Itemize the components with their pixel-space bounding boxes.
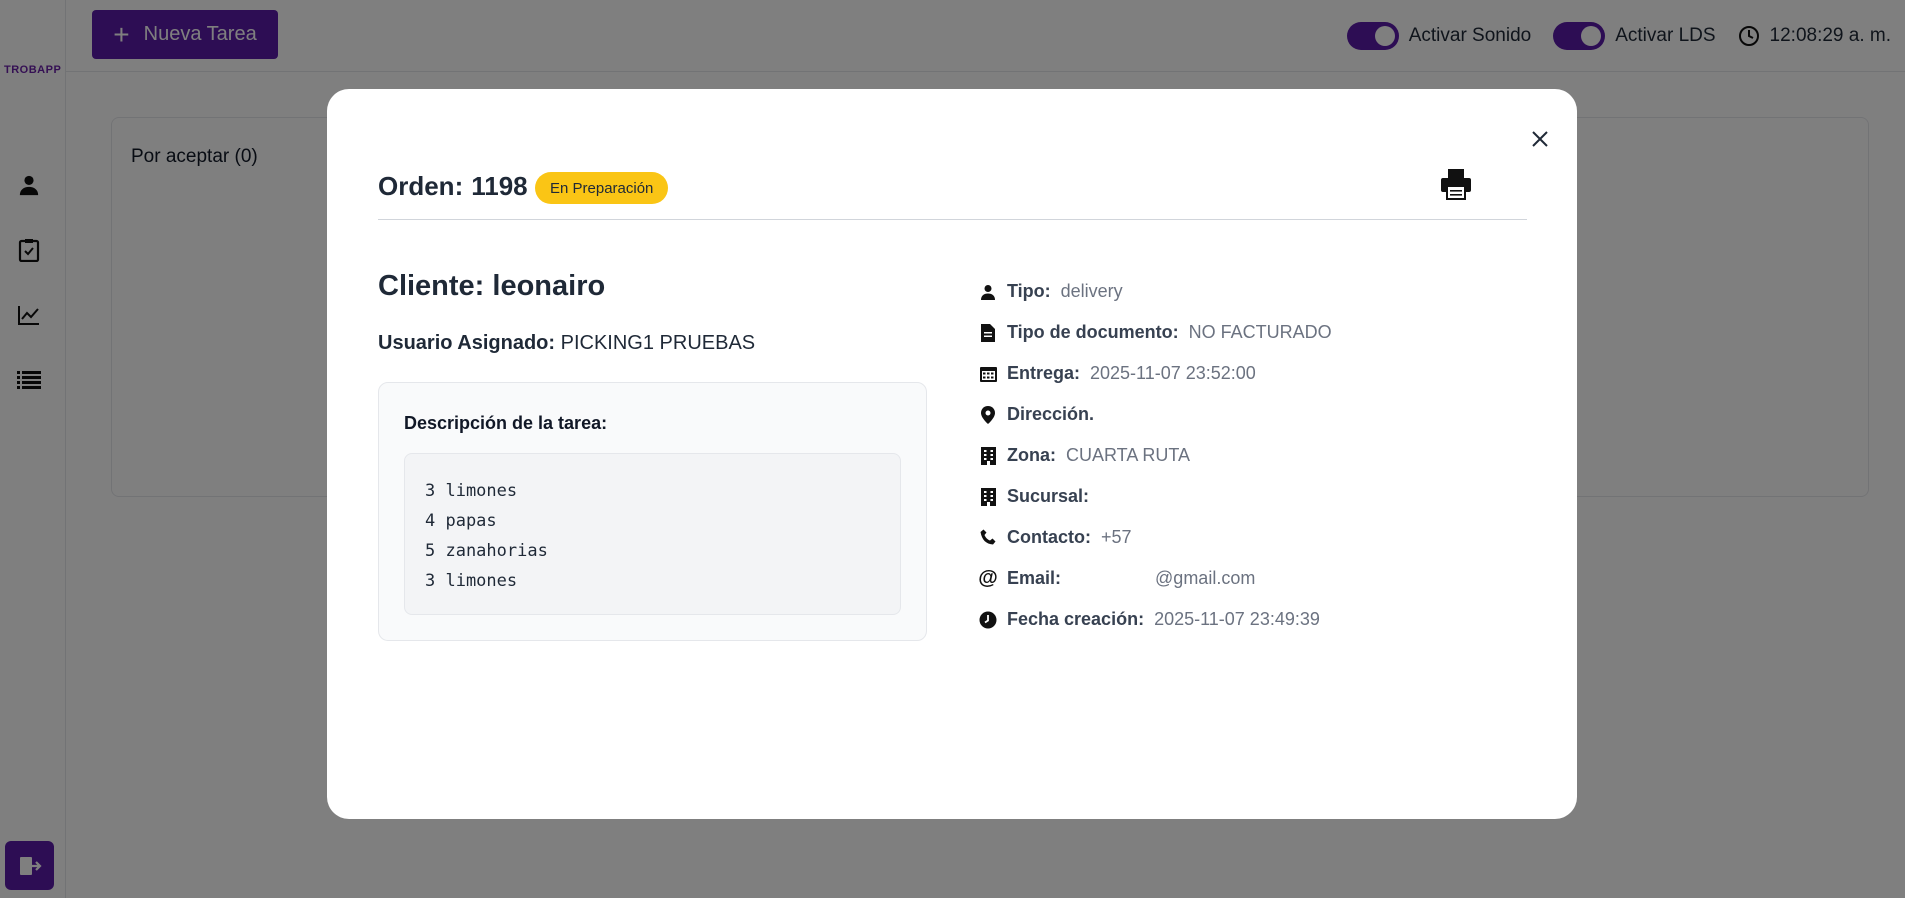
map-pin-icon	[978, 405, 998, 425]
description-title: Descripción de la tarea:	[404, 413, 608, 433]
print-icon[interactable]	[1439, 167, 1473, 201]
close-button[interactable]	[1527, 126, 1553, 152]
detail-tipo: Tipo: delivery	[978, 271, 1538, 312]
detail-entrega: Entrega: 2025-11-07 23:52:00	[978, 353, 1538, 394]
description-line: 3 limones	[425, 481, 518, 501]
client-name: leonairo	[492, 270, 606, 302]
detail-value: NO FACTURADO	[1188, 322, 1332, 342]
detail-zona: Zona: CUARTA RUTA	[978, 435, 1538, 476]
status-badge: En Preparación	[535, 172, 669, 204]
close-icon	[1532, 131, 1548, 147]
order-details: Tipo: delivery Tipo de documento: NO FAC…	[978, 271, 1538, 640]
document-icon	[978, 323, 998, 343]
detail-label: Entrega:	[1007, 363, 1081, 383]
detail-label: Tipo:	[1007, 281, 1051, 301]
order-number: 1198	[471, 171, 528, 201]
detail-direccion: Dirección.	[978, 394, 1538, 435]
detail-label: Fecha creación:	[1007, 609, 1145, 629]
order-modal: Orden: 1198 En Preparación Cliente: leon…	[327, 89, 1577, 819]
description-card: Descripción de la tarea: 3 limones 4 pap…	[378, 382, 927, 641]
detail-value: 2025-11-07 23:52:00	[1090, 363, 1256, 383]
description-box: 3 limones 4 papas 5 zanahorias 3 limones	[404, 453, 901, 615]
detail-value: delivery	[1060, 281, 1123, 301]
detail-doc: Tipo de documento: NO FACTURADO	[978, 312, 1538, 353]
order-header: Orden: 1198 En Preparación	[378, 169, 1527, 220]
detail-label: Zona:	[1007, 445, 1056, 465]
order-title: Orden: 1198	[378, 171, 528, 202]
detail-fecha: Fecha creación: 2025-11-07 23:49:39	[978, 599, 1538, 640]
building-icon	[978, 446, 998, 466]
at-sign-icon: @	[978, 567, 998, 589]
detail-sucursal: Sucursal:	[978, 476, 1538, 517]
detail-contacto: Contacto: +57	[978, 517, 1538, 558]
detail-value: 2025-11-07 23:49:39	[1154, 609, 1320, 629]
building-icon	[978, 487, 998, 507]
order-label: Orden:	[378, 171, 464, 201]
detail-value: +57	[1101, 527, 1132, 547]
assigned-label: Usuario Asignado:	[378, 332, 556, 354]
description-line: 5 zanahorias	[425, 541, 548, 561]
detail-email: @ Email: @gmail.com	[978, 558, 1538, 599]
clock-icon	[978, 610, 998, 630]
calendar-icon	[978, 364, 998, 384]
assigned-user: Usuario Asignado: PICKING1 PRUEBAS	[378, 332, 755, 355]
user-icon	[978, 282, 998, 302]
description-line: 4 papas	[425, 511, 497, 531]
detail-label: Dirección.	[1007, 404, 1095, 424]
detail-label: Email:	[1007, 568, 1062, 588]
detail-value: CUARTA RUTA	[1066, 445, 1191, 465]
detail-value: @gmail.com	[1155, 568, 1256, 588]
assigned-value: PICKING1 PRUEBAS	[560, 332, 756, 354]
detail-label: Tipo de documento:	[1007, 322, 1179, 342]
detail-label: Contacto:	[1007, 527, 1091, 547]
client-title: Cliente: leonairo	[378, 270, 605, 303]
detail-label: Sucursal:	[1007, 486, 1090, 506]
client-label: Cliente:	[378, 270, 485, 302]
description-line: 3 limones	[425, 571, 518, 591]
phone-icon	[978, 528, 998, 548]
